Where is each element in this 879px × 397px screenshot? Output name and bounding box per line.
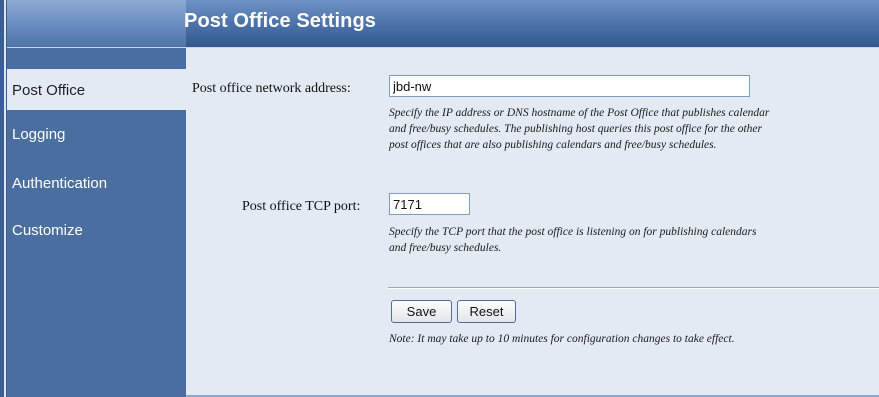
window-left-edge-highlight	[4, 0, 6, 397]
sidebar-item-authentication[interactable]: Authentication	[7, 163, 186, 204]
port-help-text: Specify the TCP port that the post offic…	[389, 224, 879, 256]
help-line: and free/busy schedules.	[389, 242, 502, 254]
help-line: and free/busy schedules. The publishing …	[389, 123, 762, 135]
section-divider	[388, 287, 879, 289]
sidebar-item-label: Logging	[12, 126, 66, 143]
save-button[interactable]: Save	[391, 300, 452, 323]
help-line: Specify the IP address or DNS hostname o…	[389, 107, 770, 119]
config-note: Note: It may take up to 10 minutes for c…	[389, 333, 735, 345]
address-help-text: Specify the IP address or DNS hostname o…	[389, 105, 879, 153]
header-sidebar-segment	[7, 0, 186, 47]
help-line: post offices that are also publishing ca…	[389, 139, 717, 151]
sidebar-item-label: Post Office	[12, 82, 86, 99]
header-bar	[7, 0, 879, 47]
sidebar-item-label: Authentication	[12, 175, 108, 192]
sidebar-item-post-office[interactable]: Post Office	[7, 69, 186, 110]
reset-button[interactable]: Reset	[457, 300, 516, 323]
sidebar: Post Office Logging Authentication Custo…	[7, 48, 186, 397]
sidebar-item-customize[interactable]: Customize	[7, 210, 186, 251]
page-title: Post Office Settings	[184, 10, 377, 32]
sidebar-item-label: Customize	[12, 222, 83, 239]
app-window: Post Office Settings Post Office Logging…	[0, 0, 879, 397]
sidebar-item-logging[interactable]: Logging	[7, 114, 186, 155]
port-label: Post office TCP port:	[242, 199, 361, 214]
port-input[interactable]	[389, 193, 470, 215]
address-input[interactable]	[389, 75, 750, 97]
address-label: Post office network address:	[192, 81, 351, 96]
help-line: Specify the TCP port that the post offic…	[389, 226, 757, 238]
